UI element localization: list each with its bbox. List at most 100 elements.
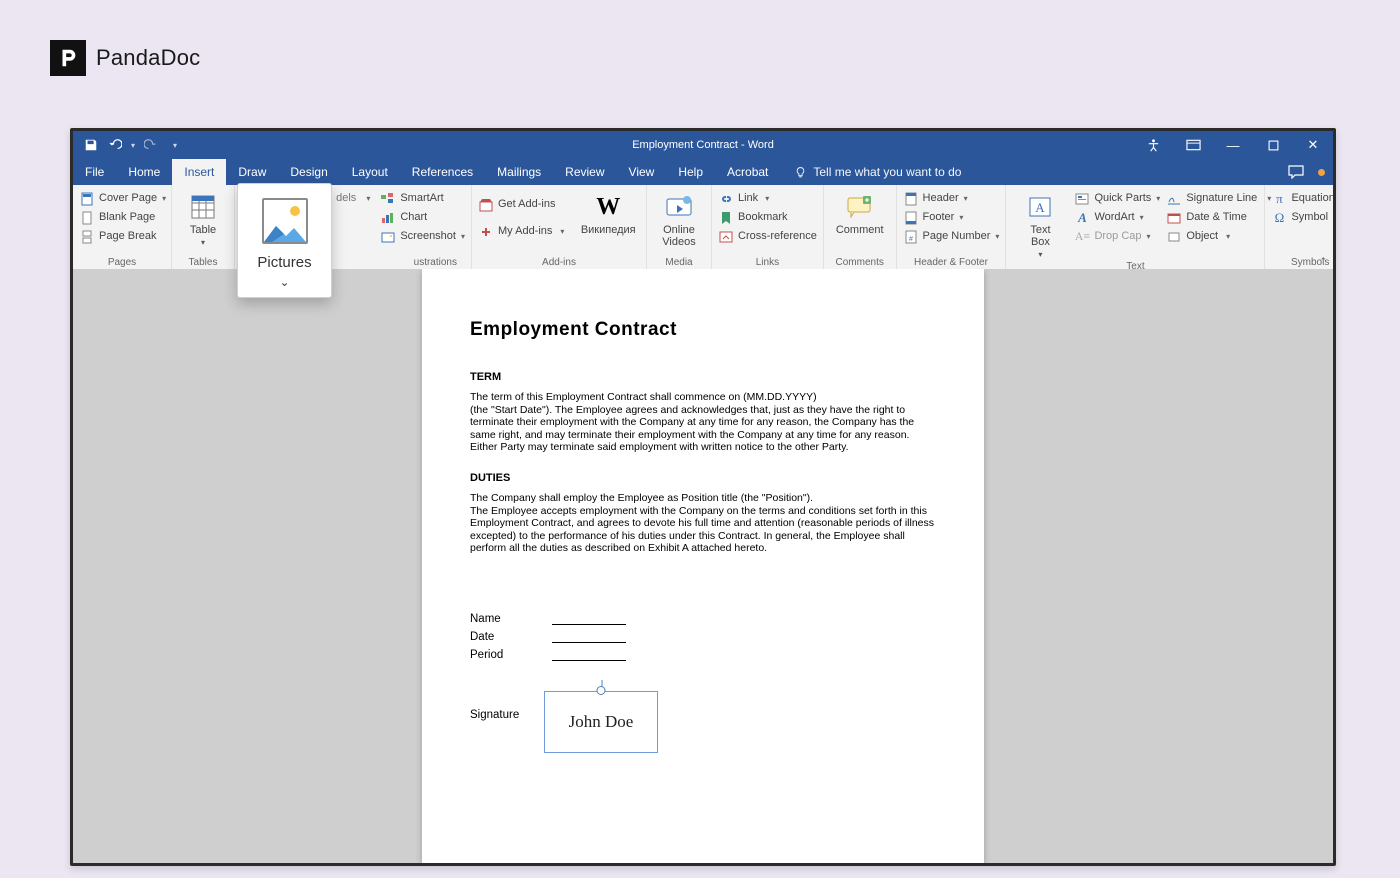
field-name-row: Name [470, 607, 936, 625]
accessibility-icon[interactable] [1133, 131, 1173, 159]
field-period-label: Period [470, 649, 528, 661]
object-icon [1166, 229, 1182, 245]
wikipedia-button[interactable]: W Википедия [576, 188, 640, 236]
cross-reference-button[interactable]: Cross-reference [718, 228, 817, 245]
text-box-button[interactable]: A Text Box▾ [1012, 188, 1068, 259]
redo-icon[interactable] [143, 137, 159, 153]
notification-dot[interactable] [1318, 169, 1325, 176]
table-button[interactable]: Table ▾ [175, 188, 231, 247]
tab-file[interactable]: File [73, 159, 116, 185]
word-window: ▾ ▾ Employment Contract - Word — ✕ File … [70, 128, 1336, 866]
group-tables-label: Tables [178, 255, 228, 269]
group-illustrations: dels▾ SmartArt Chart Screenshot▾ ustrati… [235, 185, 472, 269]
chart-icon [380, 210, 396, 226]
quick-parts-icon [1074, 191, 1090, 207]
field-signature-label: Signature [470, 691, 528, 721]
section-duties-heading: DUTIES [470, 472, 936, 484]
my-addins-button[interactable]: My Add-ins▾ [478, 223, 564, 240]
minimize-button[interactable]: — [1213, 131, 1253, 159]
titlebar: ▾ ▾ Employment Contract - Word — ✕ [73, 131, 1333, 159]
group-addins-label: Add-ins [478, 255, 640, 269]
3d-models-button[interactable]: dels▾ [336, 190, 370, 207]
symbol-icon: Ω [1271, 210, 1287, 226]
ribbon-display-icon[interactable] [1173, 131, 1213, 159]
collapse-ribbon-icon[interactable]: ⌃ [1319, 256, 1327, 267]
group-comments: Comment Comments [824, 185, 897, 269]
blank-page-button[interactable]: Blank Page [79, 209, 166, 226]
tab-help[interactable]: Help [666, 159, 715, 185]
tab-home[interactable]: Home [116, 159, 172, 185]
get-addins-button[interactable]: Get Add-ins [478, 196, 564, 213]
tab-layout[interactable]: Layout [340, 159, 400, 185]
undo-dropdown-icon[interactable]: ▾ [131, 141, 135, 150]
wordart-button[interactable]: AWordArt▾ [1074, 209, 1160, 226]
signature-image-box[interactable]: John Doe [544, 691, 658, 753]
footer-button[interactable]: Footer▾ [903, 209, 1000, 226]
store-icon [478, 197, 494, 213]
table-icon [188, 192, 218, 222]
smartart-button[interactable]: SmartArt [380, 190, 465, 207]
ribbon-tabs: File Home Insert Draw Design Layout Refe… [73, 159, 1333, 185]
signature-line-button[interactable]: Signature Line▾ [1166, 190, 1271, 207]
signature-text: John Doe [569, 712, 634, 732]
tab-view[interactable]: View [617, 159, 667, 185]
tab-acrobat[interactable]: Acrobat [715, 159, 780, 185]
field-date-label: Date [470, 631, 528, 643]
equation-button[interactable]: πEquation▾ [1271, 190, 1336, 207]
rotate-handle-icon[interactable] [597, 686, 606, 695]
qat-customize-icon[interactable]: ▾ [173, 141, 177, 150]
page-break-button[interactable]: Page Break [79, 228, 166, 245]
equation-icon: π [1271, 191, 1287, 207]
date-time-icon [1166, 210, 1182, 226]
chart-button[interactable]: Chart [380, 209, 465, 226]
quick-parts-button[interactable]: Quick Parts▾ [1074, 190, 1160, 207]
tab-review[interactable]: Review [553, 159, 616, 185]
save-icon[interactable] [83, 137, 99, 153]
brand-logo: PandaDoc [50, 40, 200, 76]
close-button[interactable]: ✕ [1293, 131, 1333, 159]
group-pages-label: Pages [79, 255, 165, 269]
header-button[interactable]: Header▾ [903, 190, 1000, 207]
comment-button[interactable]: Comment [830, 188, 890, 236]
undo-icon[interactable] [107, 137, 123, 153]
bookmark-button[interactable]: Bookmark [718, 209, 817, 226]
online-videos-button[interactable]: Online Videos [651, 188, 707, 248]
tab-design[interactable]: Design [278, 159, 339, 185]
pictures-dropdown[interactable]: Pictures ⌄ [237, 183, 332, 298]
tab-draw[interactable]: Draw [226, 159, 278, 185]
date-time-button[interactable]: Date & Time [1166, 209, 1271, 226]
drop-cap-button[interactable]: A≡Drop Cap▾ [1074, 228, 1160, 245]
maximize-button[interactable] [1253, 131, 1293, 159]
ribbon: Cover Page▾ Blank Page Page Break Pages … [73, 185, 1333, 270]
header-icon [903, 191, 919, 207]
document-title: Employment Contract [470, 319, 936, 341]
text-box-icon: A [1025, 192, 1055, 222]
symbol-button[interactable]: ΩSymbol▾ [1271, 209, 1336, 226]
cover-page-button[interactable]: Cover Page▾ [79, 190, 166, 207]
group-tables: Table ▾ Tables [172, 185, 235, 269]
term-paragraph-1: The term of this Employment Contract sha… [470, 391, 936, 404]
page-number-button[interactable]: #Page Number▾ [903, 228, 1000, 245]
comments-pane-icon[interactable] [1288, 165, 1304, 179]
signature-fields: Name Date Period Signature John Doe [470, 607, 936, 753]
field-name-line[interactable] [552, 613, 626, 625]
tell-me-search[interactable]: Tell me what you want to do [780, 159, 961, 185]
screenshot-button[interactable]: Screenshot▾ [380, 228, 465, 245]
link-button[interactable]: Link▾ [718, 190, 817, 207]
document-area[interactable]: Employment Contract TERM The term of thi… [73, 269, 1333, 863]
document-page: Employment Contract TERM The term of thi… [422, 269, 984, 863]
tab-mailings[interactable]: Mailings [485, 159, 553, 185]
addins-icon [478, 224, 494, 240]
group-media: Online Videos Media [647, 185, 712, 269]
field-date-line[interactable] [552, 631, 626, 643]
wikipedia-icon: W [593, 192, 623, 222]
object-button[interactable]: Object▾ [1166, 228, 1271, 245]
term-paragraph-2: (the "Start Date"). The Employee agrees … [470, 404, 936, 454]
field-period-line[interactable] [552, 649, 626, 661]
svg-text:#: # [909, 236, 913, 243]
tab-references[interactable]: References [400, 159, 485, 185]
footer-icon [903, 210, 919, 226]
tab-insert[interactable]: Insert [172, 159, 226, 185]
field-name-label: Name [470, 613, 528, 625]
pandadoc-mark-icon [50, 40, 86, 76]
